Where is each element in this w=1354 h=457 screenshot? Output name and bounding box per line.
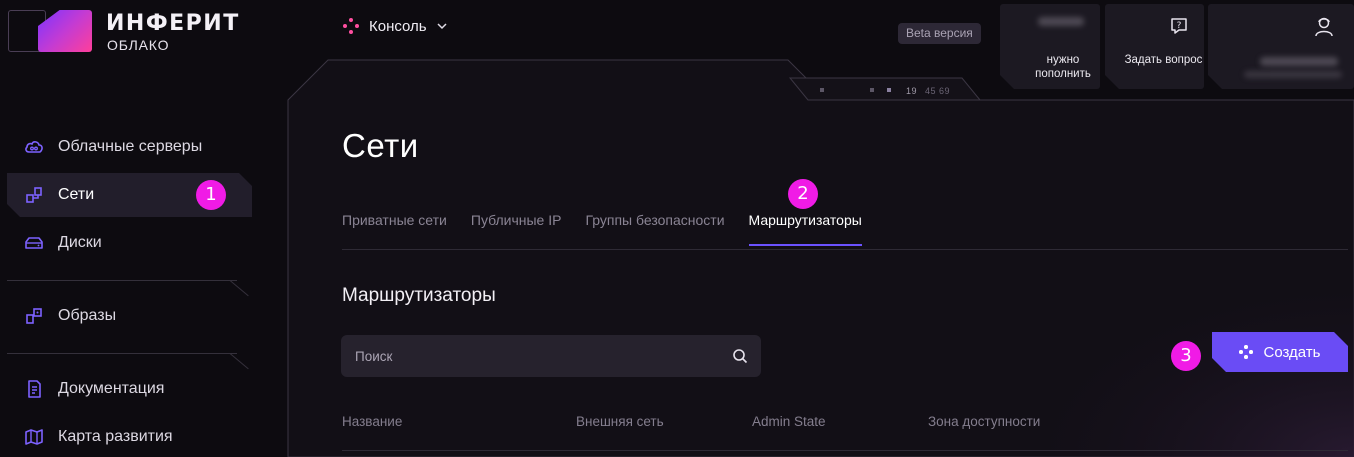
beta-badge: Beta версия — [898, 23, 981, 44]
tab-public-ip[interactable]: Публичные IP — [471, 212, 562, 246]
console-label: Консоль — [369, 17, 427, 35]
ask-question-card[interactable]: ? Задать вопрос — [1105, 4, 1204, 89]
sidebar-item-disks[interactable]: Диски — [7, 221, 252, 265]
timeline-number: 19 — [906, 86, 918, 96]
profile-card[interactable] — [1208, 4, 1354, 89]
timeline-number: 45 69 — [925, 86, 951, 96]
create-dots-icon — [1239, 345, 1253, 359]
chevron-down-icon — [437, 23, 447, 30]
section-title: Маршрутизаторы — [342, 285, 496, 306]
column-header-external-network[interactable]: Внешняя сеть — [576, 414, 664, 429]
console-selector[interactable]: Консоль — [342, 14, 448, 38]
sidebar-divider — [7, 353, 237, 354]
map-icon — [25, 429, 43, 445]
sidebar-item-roadmap[interactable]: Карта развития — [7, 415, 252, 457]
console-dots-icon — [342, 17, 360, 35]
sidebar-item-label: Карта развития — [58, 428, 173, 445]
images-icon — [26, 308, 42, 324]
network-icon — [24, 185, 44, 205]
tabs-divider — [342, 249, 1348, 250]
profile-name-blurred — [1260, 57, 1338, 66]
search-box — [341, 335, 761, 377]
tab-security-groups[interactable]: Группы безопасности — [585, 212, 724, 246]
column-header-availability-zone[interactable]: Зона доступности — [928, 414, 1040, 429]
page-title: Сети — [342, 127, 419, 164]
logo-title: ИНФЕРИТ — [106, 11, 240, 36]
sidebar-item-label: Образы — [58, 307, 117, 324]
annotation-marker-3: 3 — [1171, 341, 1201, 371]
create-router-button[interactable]: Создать — [1212, 332, 1348, 372]
sidebar-item-label: Документация — [58, 380, 165, 397]
svg-text:?: ? — [1177, 21, 1182, 31]
tabs: Приватные сети Публичные IP Группы безоп… — [342, 212, 863, 246]
timeline-dot — [870, 88, 874, 92]
create-label: Создать — [1263, 343, 1321, 361]
sidebar-item-documentation[interactable]: Документация — [7, 367, 252, 411]
balance-value-blurred — [1038, 17, 1084, 26]
sidebar-item-label: Диски — [58, 234, 102, 251]
document-icon — [28, 380, 41, 398]
sidebar-divider — [7, 280, 237, 281]
tab-routers[interactable]: Маршрутизаторы — [748, 212, 863, 246]
annotation-marker-2: 2 — [788, 179, 818, 209]
question-icon: ? — [1169, 16, 1189, 36]
sidebar-item-images[interactable]: Образы — [7, 294, 252, 338]
logo-subtitle: ОБЛАКО — [107, 37, 170, 53]
timeline-dot — [887, 88, 891, 92]
tab-private-networks[interactable]: Приватные сети — [342, 212, 447, 246]
column-header-admin-state[interactable]: Admin State — [752, 414, 826, 429]
balance-label: нужно пополнить — [1035, 54, 1091, 80]
cloud-server-icon — [25, 141, 43, 153]
sidebar-item-label: Облачные серверы — [58, 138, 203, 155]
sidebar-item-cloud-servers[interactable]: Облачные серверы — [7, 125, 252, 169]
balance-card[interactable]: нужно пополнить — [1000, 4, 1100, 89]
ask-question-label: Задать вопрос — [1124, 54, 1203, 66]
annotation-marker-1: 1 — [196, 180, 226, 210]
search-input[interactable] — [341, 335, 721, 377]
table-header-divider — [342, 450, 1348, 451]
search-icon[interactable] — [732, 348, 748, 364]
disk-icon — [25, 237, 43, 249]
column-header-name[interactable]: Название — [342, 414, 402, 429]
sidebar-item-label: Сети — [58, 186, 95, 203]
user-icon — [1314, 16, 1334, 38]
timeline-dot — [820, 88, 824, 92]
profile-email-blurred — [1244, 71, 1342, 78]
